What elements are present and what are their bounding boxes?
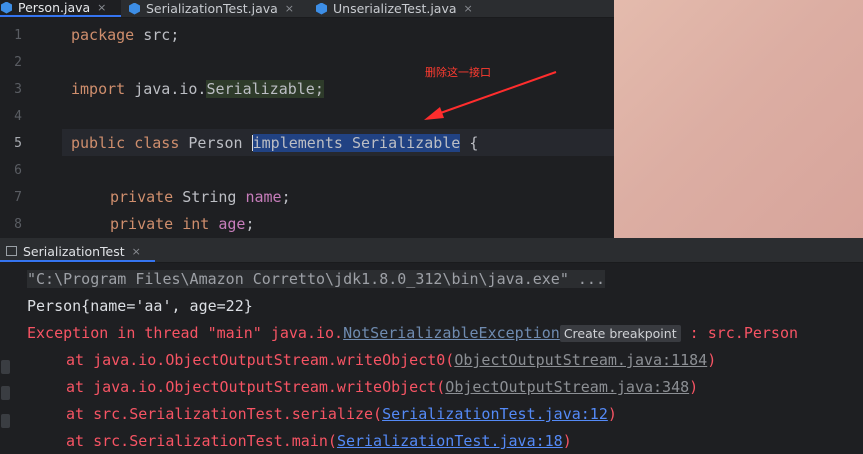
stack-frame-text: at java.io.ObjectOutputStream.writeObjec… bbox=[66, 378, 446, 396]
run-side-toolbar bbox=[0, 262, 12, 454]
command-text: "C:\Program Files\Amazon Corretto\jdk1.8… bbox=[27, 270, 605, 288]
exception-suffix: : src.Person bbox=[680, 324, 799, 342]
stack-trace-line: at java.io.ObjectOutputStream.writeObjec… bbox=[66, 378, 698, 396]
source-link[interactable]: ObjectOutputStream.java:348 bbox=[445, 378, 689, 396]
code-editor[interactable]: Person.java × SerializationTest.java × U… bbox=[0, 0, 614, 238]
source-link[interactable]: ObjectOutputStream.java:1184 bbox=[454, 351, 707, 369]
create-breakpoint-tooltip[interactable]: Create breakpoint bbox=[559, 325, 681, 342]
exception-class-link[interactable]: NotSerializableException bbox=[343, 324, 560, 342]
exception-prefix: Exception in thread "main" java.io. bbox=[27, 324, 344, 342]
scroll-to-end-icon[interactable] bbox=[1, 360, 10, 374]
annotation-arrow-icon bbox=[424, 71, 557, 120]
stack-trace-line: at src.SerializationTest.main(Serializat… bbox=[66, 432, 572, 450]
tab-run-serializationtest[interactable]: SerializationTest × bbox=[6, 242, 141, 260]
stack-frame-close: ) bbox=[607, 405, 617, 423]
close-icon[interactable]: × bbox=[132, 245, 141, 258]
soft-wrap-icon[interactable] bbox=[1, 386, 10, 400]
source-link[interactable]: SerializationTest.java:18 bbox=[337, 432, 563, 450]
source-link[interactable]: SerializationTest.java:12 bbox=[382, 405, 608, 423]
run-window-icon bbox=[6, 246, 17, 256]
console-line-command: "C:\Program Files\Amazon Corretto\jdk1.8… bbox=[27, 270, 605, 288]
stack-frame-close: ) bbox=[707, 351, 717, 369]
active-tab-indicator bbox=[0, 260, 155, 262]
stack-frame-text: at src.SerializationTest.serialize( bbox=[66, 405, 383, 423]
blurred-background-area bbox=[614, 0, 863, 238]
stack-frame-close: ) bbox=[689, 378, 699, 396]
stack-frame-text: at src.SerializationTest.main( bbox=[66, 432, 337, 450]
stack-frame-text: at java.io.ObjectOutputStream.writeObjec… bbox=[66, 351, 455, 369]
stack-frame-close: ) bbox=[562, 432, 572, 450]
console-line-exception: Exception in thread "main" java.io.NotSe… bbox=[27, 324, 798, 342]
stack-trace-line: at src.SerializationTest.serialize(Seria… bbox=[66, 405, 617, 423]
console-line-output: Person{name='aa', age=22} bbox=[27, 297, 253, 315]
run-tab-bar: SerializationTest × bbox=[0, 238, 863, 263]
run-tab-label: SerializationTest bbox=[23, 243, 125, 259]
stack-trace-line: at java.io.ObjectOutputStream.writeObjec… bbox=[66, 351, 716, 369]
print-icon[interactable] bbox=[1, 414, 10, 428]
